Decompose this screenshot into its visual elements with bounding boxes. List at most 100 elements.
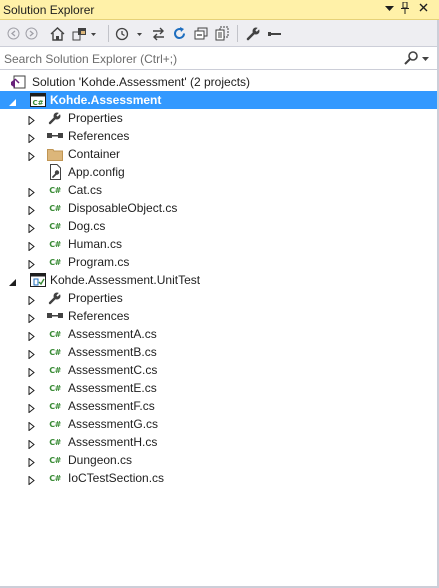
collapsed-arrow-icon[interactable]: [27, 420, 36, 432]
close-icon[interactable]: [416, 2, 430, 17]
collapsed-arrow-icon[interactable]: [27, 150, 36, 162]
show-all-files-icon[interactable]: [214, 24, 230, 43]
csharp-file-icon: C#: [49, 455, 61, 465]
collapsed-arrow-icon[interactable]: [27, 348, 36, 360]
window-title: Solution Explorer: [3, 3, 95, 17]
references-icon: [47, 128, 63, 144]
tree-item-project-unittest[interactable]: Kohde.Assessment.UnitTest: [0, 271, 439, 289]
config-file-icon: [47, 164, 63, 180]
collapsed-arrow-icon[interactable]: [27, 330, 36, 342]
tree-item-cs-file[interactable]: C# AssessmentB.cs: [0, 343, 439, 361]
solution-icon: [10, 74, 26, 90]
folder-icon: [47, 146, 63, 162]
search-input[interactable]: Search Solution Explorer (Ctrl+;): [4, 52, 177, 66]
preview-icon[interactable]: [266, 24, 282, 43]
tree-item-references[interactable]: References: [0, 127, 439, 145]
collapsed-arrow-icon[interactable]: [27, 438, 36, 450]
collapsed-arrow-icon[interactable]: [27, 474, 36, 486]
tree-item-label: Kohde.Assessment: [50, 93, 162, 107]
collapsed-arrow-icon[interactable]: [27, 402, 36, 414]
tree-item-label: References: [68, 129, 130, 143]
wrench-icon: [47, 110, 63, 126]
properties-icon[interactable]: [245, 24, 261, 43]
collapsed-arrow-icon[interactable]: [27, 258, 36, 270]
collapsed-arrow-icon[interactable]: [27, 132, 36, 144]
tree-item-cs-file[interactable]: C# AssessmentE.cs: [0, 379, 439, 397]
tree-item-cs-file[interactable]: C# AssessmentF.cs: [0, 397, 439, 415]
tree-item-cs-file[interactable]: C# Cat.cs: [0, 181, 439, 199]
search-icon[interactable]: [403, 50, 419, 66]
search-box[interactable]: Search Solution Explorer (Ctrl+;): [0, 47, 439, 70]
tree-item-label: Program.cs: [68, 255, 130, 269]
csharp-file-icon: C#: [49, 419, 61, 429]
tree-item-properties[interactable]: Properties: [0, 289, 439, 307]
tree-item-container-folder[interactable]: Container: [0, 145, 439, 163]
collapse-all-icon[interactable]: [193, 24, 209, 43]
dropdown-icon[interactable]: [382, 2, 396, 17]
collapsed-arrow-icon[interactable]: [27, 186, 36, 198]
tree-item-properties[interactable]: Properties: [0, 109, 439, 127]
collapsed-arrow-icon[interactable]: [27, 456, 36, 468]
csharp-file-icon: C#: [49, 365, 61, 375]
collapsed-arrow-icon[interactable]: [27, 312, 36, 324]
collapsed-arrow-icon[interactable]: [27, 294, 36, 306]
csharp-file-icon: C#: [49, 401, 61, 411]
tree-item-cs-file[interactable]: C# AssessmentH.cs: [0, 433, 439, 451]
tree-item-label: AssessmentG.cs: [68, 417, 159, 431]
csharp-project-icon: C#: [30, 92, 46, 108]
tree-item-cs-file[interactable]: C# AssessmentA.cs: [0, 325, 439, 343]
tree-item-label: AssessmentA.cs: [68, 327, 157, 341]
home-icon[interactable]: [49, 24, 65, 43]
tree-item-label: Cat.cs: [68, 183, 103, 197]
sync-with-active-document-icon[interactable]: [150, 24, 166, 43]
collapsed-arrow-icon[interactable]: [27, 384, 36, 396]
tree-item-cs-file[interactable]: C# Dungeon.cs: [0, 451, 439, 469]
tree-item-cs-file[interactable]: C# AssessmentG.cs: [0, 415, 439, 433]
tree-item-cs-file[interactable]: C# AssessmentC.cs: [0, 361, 439, 379]
tree-item-label: Dog.cs: [68, 219, 106, 233]
tree-item-label: Solution 'Kohde.Assessment' (2 projects): [32, 75, 251, 89]
tree-item-references[interactable]: References: [0, 307, 439, 325]
pending-changes-filter-icon[interactable]: [115, 24, 145, 43]
tree-item-label: Properties: [68, 291, 123, 305]
tree-item-cs-file[interactable]: C# IoCTestSection.cs: [0, 469, 439, 487]
tree-item-label: IoCTestSection.cs: [68, 471, 165, 485]
collapsed-arrow-icon[interactable]: [27, 240, 36, 252]
tree-item-label: References: [68, 309, 130, 323]
tree-item-label: Properties: [68, 111, 123, 125]
tree-item-label: Dungeon.cs: [68, 453, 133, 467]
collapsed-arrow-icon[interactable]: [27, 114, 36, 126]
csharp-file-icon: C#: [49, 257, 61, 267]
search-options-dropdown-icon[interactable]: [421, 50, 431, 66]
tree-item-app-config[interactable]: App.config: [0, 163, 439, 181]
tree-item-cs-file[interactable]: C# Program.cs: [0, 253, 439, 271]
tree-item-solution[interactable]: Solution 'Kohde.Assessment' (2 projects): [0, 73, 439, 91]
toolbar: [0, 20, 439, 47]
csharp-file-icon: C#: [49, 329, 61, 339]
collapsed-arrow-icon[interactable]: [27, 222, 36, 234]
test-project-icon: [30, 272, 46, 288]
tree-item-label: AssessmentH.cs: [68, 435, 158, 449]
csharp-file-icon: C#: [49, 347, 61, 357]
tree-item-cs-file[interactable]: C# Human.cs: [0, 235, 439, 253]
refresh-icon[interactable]: [171, 24, 187, 43]
tree-item-cs-file[interactable]: C# DisposableObject.cs: [0, 199, 439, 217]
pin-icon[interactable]: [398, 1, 412, 17]
tree-item-label: DisposableObject.cs: [68, 201, 178, 215]
tree-item-cs-file[interactable]: C# Dog.cs: [0, 217, 439, 235]
forward-icon[interactable]: [24, 24, 38, 43]
collapsed-arrow-icon[interactable]: [27, 366, 36, 378]
tree-item-label: App.config: [68, 165, 125, 179]
references-icon: [47, 308, 63, 324]
csharp-file-icon: C#: [49, 203, 61, 213]
title-bar[interactable]: Solution Explorer: [0, 0, 439, 20]
csharp-file-icon: C#: [49, 473, 61, 483]
tree-item-label: AssessmentE.cs: [68, 381, 157, 395]
tree-item-project-kohde-assessment[interactable]: C# Kohde.Assessment: [0, 91, 439, 109]
back-icon[interactable]: [6, 24, 20, 43]
switch-views-icon[interactable]: [72, 24, 98, 43]
expanded-arrow-icon[interactable]: [8, 96, 17, 106]
csharp-file-icon: C#: [49, 383, 61, 393]
collapsed-arrow-icon[interactable]: [27, 204, 36, 216]
expanded-arrow-icon[interactable]: [8, 276, 17, 286]
